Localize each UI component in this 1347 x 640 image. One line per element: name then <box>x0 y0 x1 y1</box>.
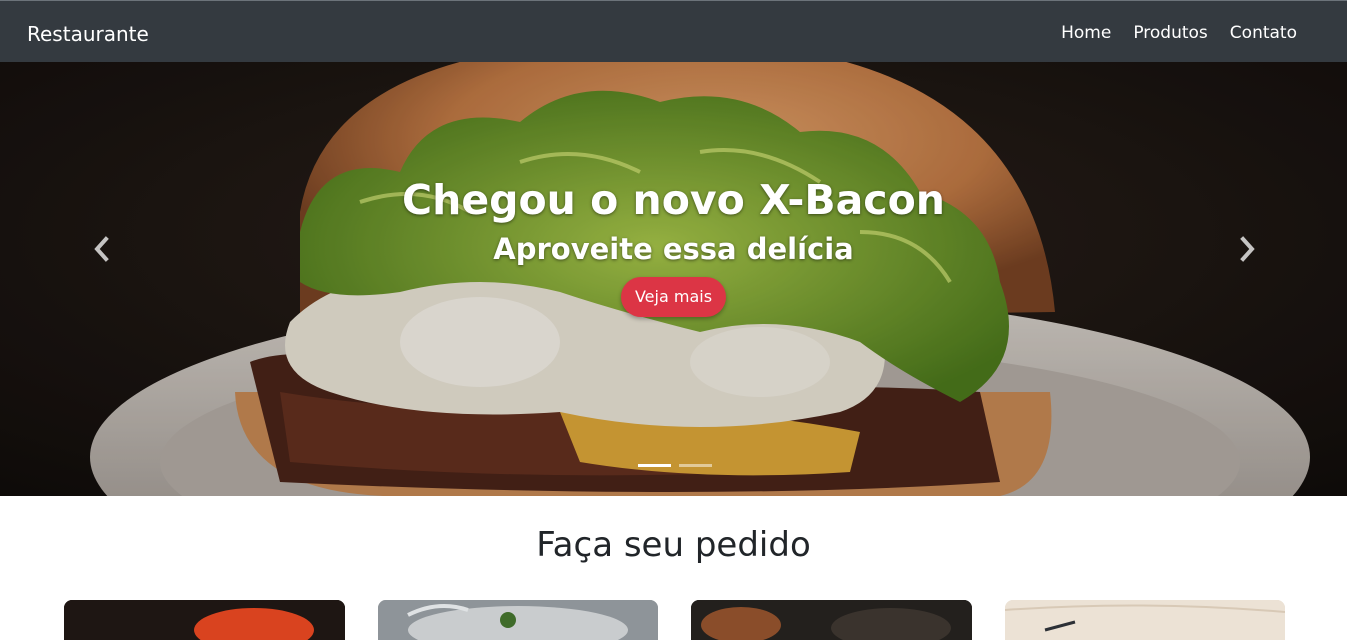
product-image-1 <box>64 600 345 640</box>
chevron-right-icon <box>1240 236 1255 262</box>
product-card-4[interactable] <box>1005 600 1285 640</box>
chevron-left-icon <box>94 236 109 262</box>
carousel-caption: Chegou o novo X-Bacon Aproveite essa del… <box>0 174 1347 317</box>
order-section-title: Faça seu pedido <box>536 525 811 565</box>
carousel-next-button[interactable] <box>1233 232 1263 266</box>
nav-link-contato[interactable]: Contato <box>1230 21 1297 45</box>
hero-carousel: Chegou o novo X-Bacon Aproveite essa del… <box>0 62 1347 496</box>
carousel-prev-button[interactable] <box>86 232 116 266</box>
carousel-indicator-1[interactable] <box>638 464 671 467</box>
slide-title: Chegou o novo X-Bacon <box>402 176 945 224</box>
see-more-button[interactable]: Veja mais <box>620 277 727 317</box>
product-image-4 <box>1005 600 1285 640</box>
carousel-indicators <box>638 464 712 467</box>
carousel-indicator-2[interactable] <box>679 464 712 467</box>
nav-link-home[interactable]: Home <box>1061 21 1111 45</box>
product-image-3 <box>691 600 972 640</box>
product-card-1[interactable] <box>64 600 345 640</box>
product-image-2 <box>378 600 658 640</box>
slide-subtitle: Aproveite essa delícia <box>493 232 854 266</box>
product-card-3[interactable] <box>691 600 972 640</box>
product-card-2[interactable] <box>378 600 658 640</box>
brand-link[interactable]: Restaurante <box>27 21 149 47</box>
navbar: Restaurante Home Produtos Contato <box>0 0 1347 62</box>
nav-links: Home Produtos Contato <box>1061 21 1297 45</box>
nav-link-produtos[interactable]: Produtos <box>1133 21 1207 45</box>
